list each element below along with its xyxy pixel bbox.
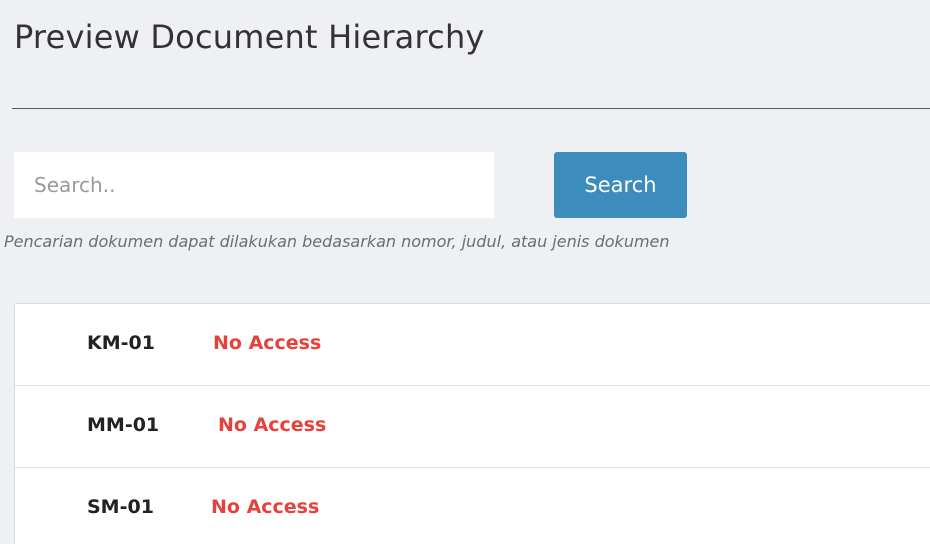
page-frame: Preview Document Hierarchy Search Pencar… [0,0,930,544]
access-status: No Access [213,332,322,354]
document-code[interactable]: KM-01 [87,332,155,354]
search-button[interactable]: Search [554,152,687,218]
list-item[interactable]: SM-01 No Access [15,468,930,544]
search-input[interactable] [14,152,494,218]
document-code[interactable]: MM-01 [87,414,159,436]
access-status: No Access [211,496,320,518]
document-list: KM-01 No Access MM-01 No Access SM-01 No… [14,303,930,544]
page-title: Preview Document Hierarchy [14,18,485,56]
list-item[interactable]: MM-01 No Access [15,386,930,468]
document-code[interactable]: SM-01 [87,496,154,518]
search-hint: Pencarian dokumen dapat dilakukan bedasa… [4,232,670,251]
title-divider [12,108,930,109]
list-item[interactable]: KM-01 No Access [15,304,930,386]
access-status: No Access [218,414,327,436]
